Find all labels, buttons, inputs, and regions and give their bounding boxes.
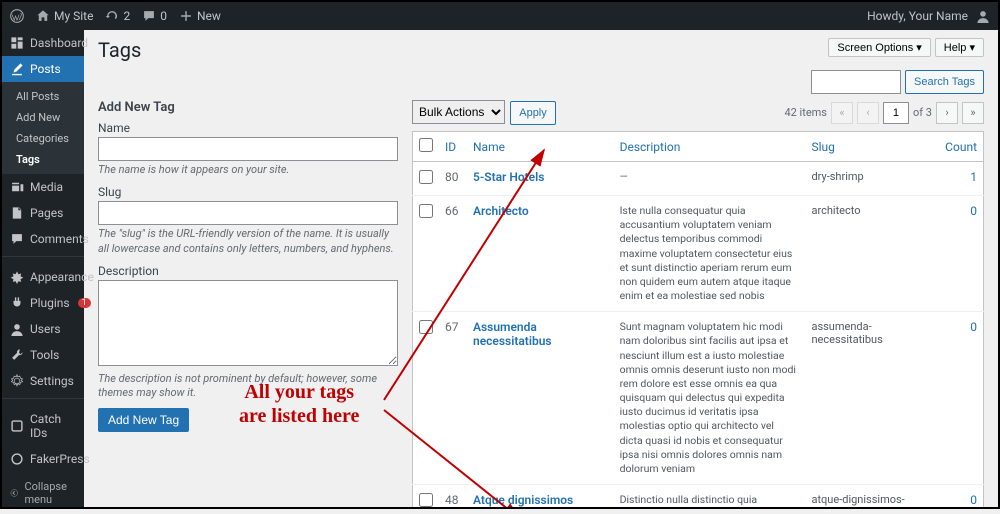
new-link[interactable]: New [179, 9, 221, 23]
row-checkbox[interactable] [419, 493, 433, 507]
add-new-tag-form: Add New Tag Name The name is how it appe… [98, 100, 398, 507]
row-name-link[interactable]: Architecto [473, 204, 529, 218]
row-name-link[interactable]: 5-Star Hotels [473, 170, 544, 184]
desc-hint: The description is not prominent by defa… [98, 372, 398, 401]
row-name-link[interactable]: Atque dignissimos officia [473, 493, 573, 507]
next-page-button[interactable]: › [936, 102, 958, 124]
slug-hint: The "slug" is the URL-friendly version o… [98, 227, 398, 256]
row-checkbox[interactable] [419, 170, 433, 184]
row-name-link[interactable]: Assumenda necessitatibus [473, 320, 552, 348]
site-link[interactable]: My Site [36, 9, 93, 23]
help-toggle[interactable]: Help ▾ [935, 38, 984, 57]
add-new-tag-button[interactable]: Add New Tag [98, 408, 189, 432]
name-label: Name [98, 121, 398, 135]
col-name[interactable]: Name [467, 132, 614, 162]
current-page-input[interactable] [883, 102, 909, 124]
row-checkbox[interactable] [419, 204, 433, 218]
menu-users[interactable]: Users [2, 316, 84, 342]
table-row: 67Assumenda necessitatibus Sunt magnam vo… [413, 312, 984, 485]
form-heading: Add New Tag [98, 100, 398, 115]
menu-pages[interactable]: Pages [2, 200, 84, 226]
select-all-checkbox[interactable] [419, 138, 433, 152]
row-desc: — [614, 162, 806, 196]
last-page-button[interactable]: » [962, 102, 984, 124]
col-desc[interactable]: Description [614, 132, 806, 162]
submenu-categories[interactable]: Categories [12, 128, 84, 149]
row-slug: assumenda-necessitatibus [805, 312, 939, 485]
row-checkbox[interactable] [419, 320, 433, 334]
submenu-tags[interactable]: Tags [12, 149, 84, 170]
name-hint: The name is how it appears on your site. [98, 163, 398, 177]
row-slug: dry-shrimp [805, 162, 939, 196]
desc-input[interactable] [98, 280, 398, 366]
row-id: 80 [439, 162, 467, 196]
row-count-link[interactable]: 0 [970, 320, 977, 334]
row-count-link[interactable]: 0 [970, 493, 977, 507]
first-page-button[interactable]: « [831, 102, 853, 124]
updates-link[interactable]: 2 [105, 9, 130, 23]
bulk-actions-select[interactable]: Bulk Actions [412, 100, 505, 124]
row-desc: Iste nulla consequatur quia accusantium … [614, 196, 806, 312]
submenu-all-posts[interactable]: All Posts [12, 86, 84, 107]
row-id: 67 [439, 312, 467, 485]
search-input[interactable] [811, 70, 901, 94]
row-slug: atque-dignissimos-officia [805, 485, 939, 507]
submenu-add-new[interactable]: Add New [12, 107, 84, 128]
menu-appearance[interactable]: Appearance [2, 264, 84, 290]
row-id: 66 [439, 196, 467, 312]
col-slug[interactable]: Slug [805, 132, 939, 162]
items-count: 42 items [784, 106, 827, 119]
col-count[interactable]: Count [939, 132, 983, 162]
wp-logo-icon[interactable] [10, 9, 24, 23]
row-desc: Distinctio nulla distinctio quia volupta… [614, 485, 806, 507]
table-row: 80 5-Star Hotels —dry-shrimp 1 [413, 162, 984, 196]
main-content: Screen Options ▾ Help ▾ Tags Search Tags… [84, 30, 998, 507]
bulk-apply-button[interactable]: Apply [510, 101, 556, 125]
menu-settings[interactable]: Settings [2, 368, 84, 394]
howdy-link[interactable]: Howdy, Your Name [867, 9, 990, 23]
row-count-link[interactable]: 1 [970, 170, 977, 184]
name-input[interactable] [98, 137, 398, 161]
admin-top-bar: My Site 2 0 New Howdy, Your Name [2, 2, 998, 30]
menu-catch-ids[interactable]: Catch IDs [2, 406, 84, 446]
table-row: 66 Architecto Iste nulla consequatur quia … [413, 196, 984, 312]
menu-dashboard[interactable]: Dashboard [2, 30, 84, 56]
menu-media[interactable]: Media [2, 174, 84, 200]
admin-sidebar: DashboardPosts All PostsAdd NewCategories… [2, 30, 84, 507]
row-slug: architecto [805, 196, 939, 312]
prev-page-button[interactable]: ‹ [857, 102, 879, 124]
collapse-menu[interactable]: Collapse menu [2, 472, 84, 514]
row-id: 48 [439, 485, 467, 507]
menu-posts[interactable]: Posts [2, 56, 84, 82]
menu-comments[interactable]: Comments [2, 226, 84, 252]
comments-link[interactable]: 0 [142, 9, 167, 23]
slug-input[interactable] [98, 201, 398, 225]
search-button[interactable]: Search Tags [905, 70, 984, 94]
col-id[interactable]: ID [439, 132, 467, 162]
tags-table: ID Name Description Slug Count 80 5-Star … [412, 131, 984, 507]
screen-options-toggle[interactable]: Screen Options ▾ [828, 38, 930, 57]
desc-label: Description [98, 264, 398, 278]
menu-tools[interactable]: Tools [2, 342, 84, 368]
menu-plugins[interactable]: Plugins1 [2, 290, 84, 316]
row-desc: Sunt magnam voluptatem hic modi nam dolo… [614, 312, 806, 485]
menu-fakerpress[interactable]: FakerPress [2, 446, 84, 472]
table-row: 48 Atque dignissimos officia Distinctio nu… [413, 485, 984, 507]
pagination: 42 items « ‹ of 3 › » [784, 102, 984, 124]
slug-label: Slug [98, 185, 398, 199]
row-count-link[interactable]: 0 [970, 204, 977, 218]
